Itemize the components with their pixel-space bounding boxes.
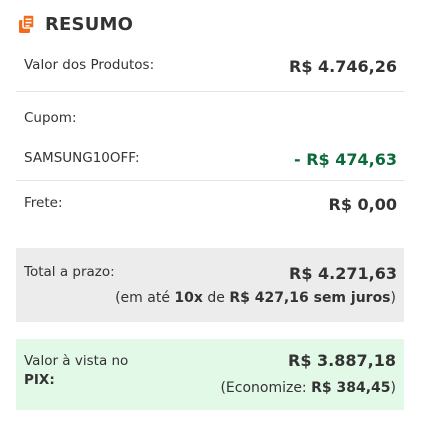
installments-amount: R$ 427,16 sem juros: [229, 290, 391, 306]
installments-detail-prefix: (em até: [115, 290, 175, 306]
pix-block: Valor à vista no PIX: R$ 3.887,18 (Econo…: [16, 339, 404, 410]
coupon-label: Cupom:: [24, 110, 77, 126]
coupon-code-row: SAMSUNG10OFF: - R$ 474,63: [16, 150, 404, 169]
pix-label-line2: PIX:: [24, 372, 55, 388]
pix-savings-suffix: ): [390, 380, 396, 396]
receipt-icon: [19, 14, 35, 33]
coupon-code: SAMSUNG10OFF:: [24, 150, 140, 166]
divider: [16, 180, 404, 181]
shipping-value: R$ 0,00: [328, 195, 398, 214]
pix-savings-prefix: (Economize:: [220, 380, 312, 396]
installments-value: R$ 4.271,63: [289, 264, 397, 283]
installments-detail: (em até 10x de R$ 427,16 sem juros): [115, 290, 396, 306]
summary-title: RESUMO: [45, 13, 134, 35]
installments-label: Total a prazo:: [24, 264, 115, 280]
installments-detail-suffix: ): [390, 290, 396, 306]
installments-row: Total a prazo: R$ 4.271,63: [16, 264, 404, 283]
coupon-discount: - R$ 474,63: [294, 150, 397, 169]
installments-detail-mid: de: [202, 290, 230, 306]
shipping-row: Frete: R$ 0,00: [16, 195, 404, 214]
coupon-row: Cupom:: [16, 110, 404, 126]
products-row: Valor dos Produtos: R$ 4.746,26: [16, 57, 404, 76]
pix-value: R$ 3.887,18: [288, 351, 396, 370]
installments-count: 10x: [174, 290, 203, 306]
order-summary: RESUMO Valor dos Produtos: R$ 4.746,26 C…: [0, 0, 423, 426]
pix-label: Valor à vista no PIX:: [24, 352, 184, 390]
products-label: Valor dos Produtos:: [24, 57, 155, 73]
pix-savings: (Economize: R$ 384,45): [220, 380, 396, 396]
installments-block: Total a prazo: R$ 4.271,63 (em até 10x d…: [16, 248, 404, 322]
products-value: R$ 4.746,26: [289, 57, 397, 76]
pix-savings-amount: R$ 384,45: [311, 380, 391, 396]
pix-label-line1: Valor à vista no: [24, 353, 129, 369]
divider: [16, 91, 404, 92]
summary-header: RESUMO: [17, 13, 133, 35]
shipping-label: Frete:: [24, 195, 63, 211]
